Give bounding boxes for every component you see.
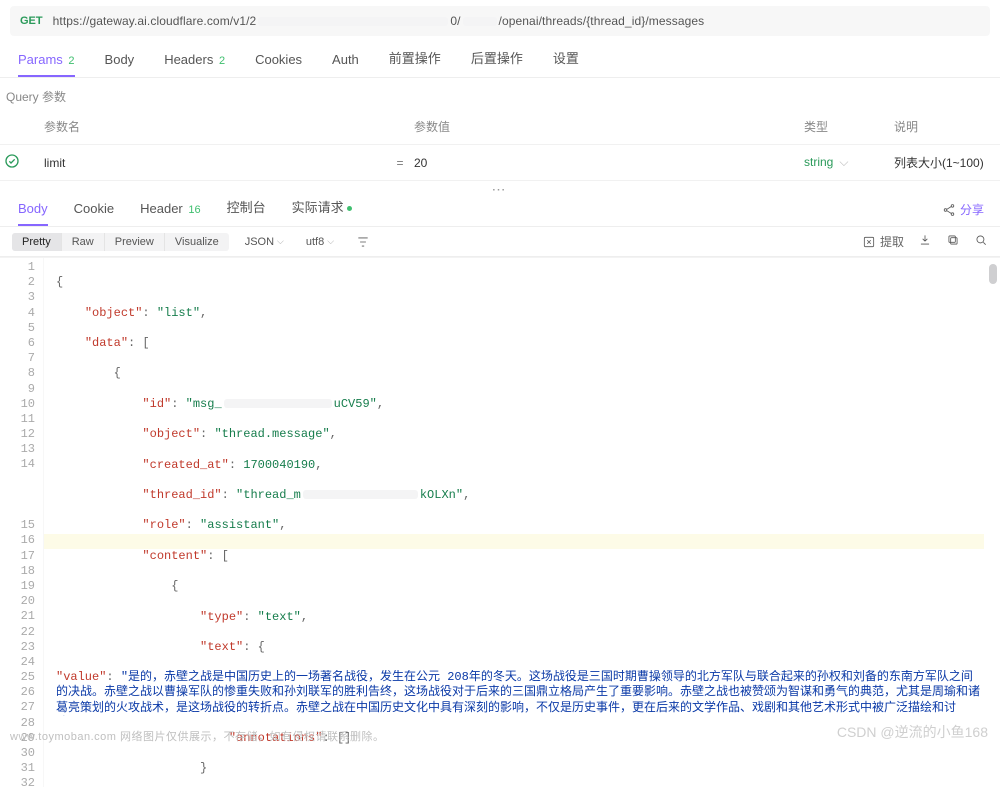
tab-presend[interactable]: 前置操作 (389, 48, 441, 77)
response-editor[interactable]: 1234567891011121314151617181920212223242… (0, 257, 1000, 787)
resp-tab-console[interactable]: 控制台 (227, 197, 266, 226)
request-tabs: Params 2 Body Headers 2 Cookies Auth 前置操… (0, 46, 1000, 78)
share-icon (942, 203, 956, 217)
param-name[interactable]: limit (40, 156, 390, 170)
response-tabs: Body Cookie Header 16 控制台 实际请求 分享 (0, 195, 1000, 227)
param-value[interactable]: 20 (410, 156, 800, 170)
params-header-row: 参数名 参数值 类型 说明 (0, 109, 1000, 145)
copy-icon (946, 233, 960, 247)
col-name: 参数名 (40, 118, 390, 135)
chevron-down-icon: ⌵ (277, 236, 284, 247)
http-method: GET (20, 15, 43, 27)
disclaimer-text: www.toymoban.com 网络图片仅供展示，不存储，如有侵权请联系删除。 (10, 728, 384, 744)
charset-select[interactable]: utf8 ⌵ (300, 233, 340, 251)
share-button[interactable]: 分享 (942, 201, 984, 218)
search-icon (974, 233, 988, 247)
resp-tab-header[interactable]: Header 16 (140, 201, 201, 226)
extract-button[interactable]: 提取 (862, 233, 904, 250)
equals-sign: = (390, 156, 410, 170)
param-type[interactable]: string⌵ (800, 155, 890, 170)
tab-body[interactable]: Body (105, 52, 135, 77)
resp-tab-cookie[interactable]: Cookie (74, 201, 114, 226)
download-icon (918, 233, 932, 247)
url-bar[interactable]: GET https://gateway.ai.cloudflare.com/v1… (10, 6, 990, 36)
checkmark-icon[interactable] (0, 153, 40, 172)
format-group: Pretty Raw Preview Visualize (12, 233, 229, 251)
status-dot-icon (347, 206, 352, 211)
response-toolbar: Pretty Raw Preview Visualize JSON ⌵ utf8… (0, 227, 1000, 257)
filter-icon[interactable] (350, 232, 376, 252)
fmt-pretty[interactable]: Pretty (12, 233, 62, 251)
tab-settings[interactable]: 设置 (553, 48, 579, 77)
resp-tab-body[interactable]: Body (18, 201, 48, 226)
lang-select[interactable]: JSON ⌵ (239, 233, 290, 251)
scrollbar[interactable] (986, 258, 1000, 787)
fmt-visualize[interactable]: Visualize (165, 233, 229, 251)
param-desc[interactable]: 列表大小(1~100) (890, 154, 1000, 171)
request-url: https://gateway.ai.cloudflare.com/v1/20/… (53, 14, 705, 28)
tab-params[interactable]: Params 2 (18, 52, 75, 77)
query-params-label: Query 参数 (0, 78, 1000, 109)
drag-handle-icon[interactable]: ⋯ (0, 181, 1000, 195)
chevron-down-icon: ⌵ (327, 236, 334, 247)
col-desc: 说明 (890, 118, 1000, 135)
col-value: 参数值 (410, 118, 800, 135)
tab-auth[interactable]: Auth (332, 52, 359, 77)
json-body[interactable]: { "object": "list", "data": [ { "id": "m… (56, 260, 984, 787)
search-button[interactable] (974, 233, 988, 250)
line-gutter: 1234567891011121314151617181920212223242… (0, 258, 44, 787)
tab-cookies[interactable]: Cookies (255, 52, 302, 77)
param-row-limit[interactable]: limit = 20 string⌵ 列表大小(1~100) (0, 145, 1000, 181)
chevron-down-icon: ⌵ (839, 155, 848, 169)
extract-icon (862, 235, 876, 249)
resp-tab-actual[interactable]: 实际请求 (292, 197, 352, 226)
fmt-raw[interactable]: Raw (62, 233, 105, 251)
tab-headers[interactable]: Headers 2 (164, 52, 225, 77)
tab-postsend[interactable]: 后置操作 (471, 48, 523, 77)
watermark: CSDN @逆流的小鱼168 (837, 722, 988, 742)
fmt-preview[interactable]: Preview (105, 233, 165, 251)
copy-button[interactable] (946, 233, 960, 250)
col-type: 类型 (800, 118, 890, 135)
download-button[interactable] (918, 233, 932, 250)
